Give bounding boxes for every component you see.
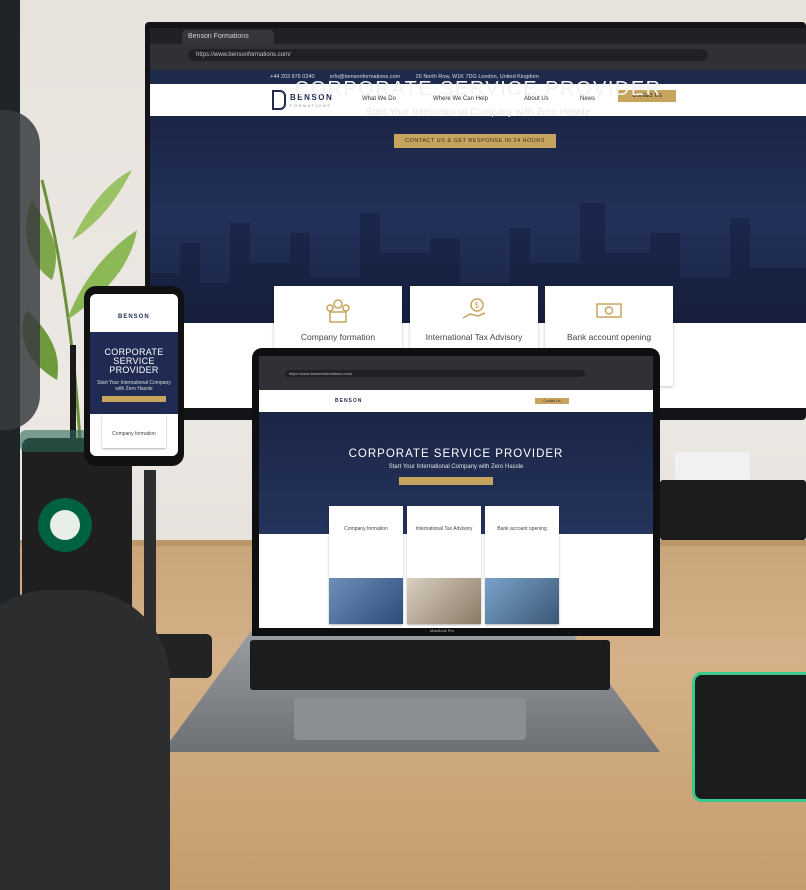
documents-photo <box>407 578 481 624</box>
laptop-logo[interactable]: BENSON <box>335 398 362 404</box>
laptop-hero-subtitle: Start Your International Company with Ze… <box>388 464 524 470</box>
phone-card-label: Company formation <box>112 431 156 437</box>
svg-text:$: $ <box>475 301 480 310</box>
laptop-trackpad <box>294 698 526 740</box>
laptop-card-label: Company formation <box>344 526 388 532</box>
laptop-keyboard <box>250 640 610 690</box>
macbook-label: MacBook Pro <box>430 628 455 633</box>
led-mousepad <box>692 672 806 802</box>
laptop-screen: https://www.bensonformations.com/ BENSON… <box>259 356 653 628</box>
phone-cta-button[interactable] <box>102 396 166 402</box>
service-label: International Tax Advisory <box>425 332 523 342</box>
banknote-icon <box>596 303 622 318</box>
laptop-card-company-formation[interactable]: Company formation <box>329 506 403 624</box>
dollar-hand-icon: $ <box>462 298 486 319</box>
hero-title: CORPORATE SERVICE PROVIDER <box>294 78 662 100</box>
laptop-site-header: BENSON Contact Us <box>259 390 653 412</box>
browser-tab[interactable]: Benson Formations <box>182 30 274 44</box>
laptop-address-bar[interactable]: https://www.bensonformations.com/ <box>285 370 585 377</box>
people-icon <box>326 299 350 323</box>
phone-hero-title: CORPORATE SERVICE PROVIDER <box>104 347 164 375</box>
laptop-cta-button[interactable] <box>399 477 493 485</box>
tab-strip: Benson Formations <box>150 28 806 44</box>
phone-hero-subtitle: Start Your International Company with Ze… <box>97 380 171 392</box>
laptop-card-tax-advisory[interactable]: International Tax Advisory <box>407 506 481 624</box>
monitor-foot <box>660 480 806 540</box>
photo-scene: Benson Formations https://www.bensonform… <box>0 0 806 890</box>
laptop-card-label: Bank account opening <box>497 526 547 532</box>
laptop-browser-chrome: https://www.bensonformations.com/ <box>259 356 653 390</box>
laptop-hero-title: CORPORATE SERVICE PROVIDER <box>348 448 564 460</box>
laptop-contact-button[interactable]: Contact Us <box>535 398 569 404</box>
laptop-card-label: International Tax Advisory <box>415 526 473 532</box>
service-label: Company formation <box>300 332 376 342</box>
laptop-card-bank-account[interactable]: Bank account opening <box>485 506 559 624</box>
phone-service-card[interactable]: Company formation <box>102 414 166 448</box>
chair-edge-top <box>0 110 40 430</box>
phone-screen: BENSON CORPORATE SERVICE PROVIDER Start … <box>90 294 178 456</box>
hero-cta-button[interactable]: CONTACT US & GET RESPONSE IN 24 HOURS <box>394 134 556 148</box>
service-label: Bank account opening <box>566 332 652 342</box>
hero-subtitle: Start Your International Company with Ze… <box>365 107 591 118</box>
phone-logo[interactable]: BENSON <box>118 314 150 320</box>
laptop-typing-photo <box>485 578 559 624</box>
handshake-photo <box>329 578 403 624</box>
siren-emblem <box>50 510 80 540</box>
address-bar[interactable]: https://www.bensonformations.com/ <box>188 49 708 61</box>
chair-back <box>0 590 170 890</box>
